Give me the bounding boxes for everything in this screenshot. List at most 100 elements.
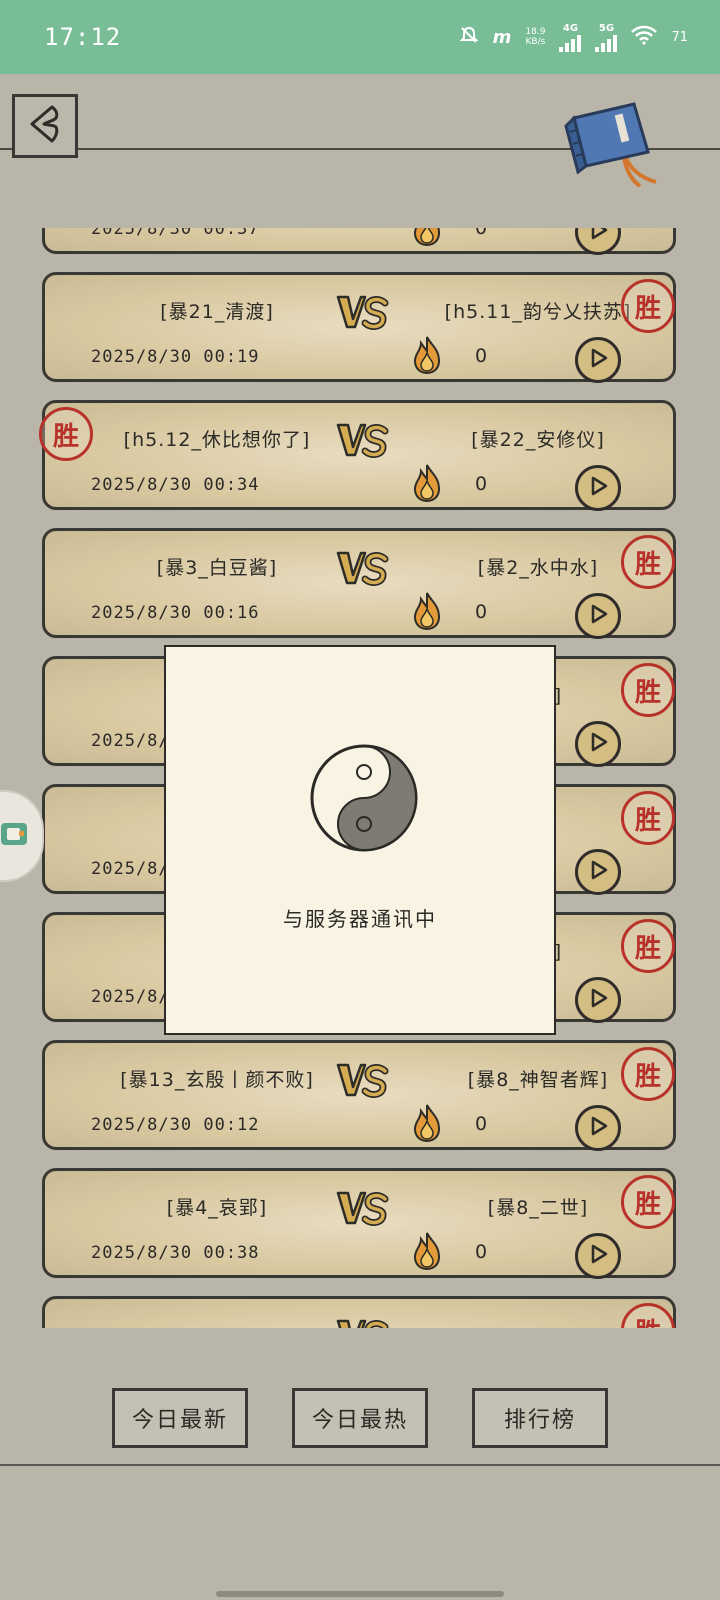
heat-count: 0 [475,473,488,495]
play-icon [587,603,609,629]
vs-icon [335,1315,391,1328]
match-date: 2025/8/30 00:34 [91,475,260,495]
play-button[interactable] [575,1105,621,1151]
winner-badge: 胜 [621,663,675,717]
play-icon [587,228,609,245]
play-button[interactable] [575,1233,621,1279]
match-date: 2025/8/30 00:12 [91,1115,260,1135]
vs-icon [335,1187,391,1231]
vs-icon [335,419,391,463]
loading-message: 与服务器通讯中 [283,907,437,931]
net-speed: 18.9 KB/s [525,27,545,47]
heat-count: 0 [475,1241,488,1263]
play-button[interactable] [575,849,621,895]
assistant-icon [0,817,32,855]
winner-badge: 胜 [621,535,675,589]
match-card[interactable]: 胜 [42,1296,676,1328]
play-button[interactable] [575,337,621,383]
play-icon [587,1115,609,1141]
winner-badge: 胜 [621,1303,675,1328]
signal-5g: 5G [595,22,618,52]
net-speed-value: 18.9 [525,27,546,37]
net-type-2: 5G [598,22,615,34]
fire-icon [409,228,445,247]
match-date: 2025/8/ [91,859,170,879]
winner-badge: 胜 [621,1175,675,1229]
tab-today-hottest[interactable]: 今日最热 [292,1388,428,1448]
match-card[interactable]: [暴3_白豆酱] [暴2_水中水] 2025/8/30 00:16 0 胜 [42,528,676,639]
play-icon [587,347,609,373]
left-player-name: [暴13_玄殷丨颜不败] [120,1069,314,1091]
vs-icon [335,291,391,335]
play-icon [587,475,609,501]
net-type-1: 4G [562,22,579,34]
loading-dialog: 与服务器通讯中 [164,645,556,1035]
mute-icon [459,25,479,49]
tab-ranking[interactable]: 排行榜 [472,1388,608,1448]
match-card[interactable]: [暴21_清渡] [h5.11_韵兮乂扶苏] 2025/8/30 00:19 0 胜 [42,272,676,383]
carrier-logo-icon: m [492,26,512,48]
winner-badge: 胜 [621,1047,675,1101]
play-icon [587,987,609,1013]
heat-count: 0 [475,601,488,623]
right-player-name: [暴2_水中水] [477,557,599,579]
left-player-name: [暴4_哀郢] [166,1197,268,1219]
match-card[interactable]: [h5.12_休比想你了] [暴22_安修仪] 2025/8/30 00:34 0 胜 [39,400,676,511]
signal-bars-icon [559,34,582,52]
winner-badge: 胜 [39,407,93,461]
status-time: 17:12 [44,23,122,51]
heat-count: 0 [475,228,488,239]
signal-4g: 4G [559,22,582,52]
right-player-name: [暴22_安修仪] [471,429,605,451]
fire-icon [409,1103,445,1143]
gesture-bar[interactable] [216,1591,504,1597]
match-card[interactable]: 2025/8/30 00:37 0 [42,228,676,255]
book-icon[interactable] [562,96,662,188]
fire-icon [409,1231,445,1271]
left-player-name: [暴21_清渡] [160,301,274,323]
play-icon [587,731,609,757]
match-date: 2025/8/ [91,987,170,1007]
tab-today-latest[interactable]: 今日最新 [112,1388,248,1448]
match-card[interactable]: [暴4_哀郢] [暴8_二世] 2025/8/30 00:38 0 胜 [42,1168,676,1279]
right-player-name: [暴8_神智者辉] [467,1069,609,1091]
heat-count: 0 [475,345,488,367]
play-button[interactable] [575,721,621,767]
right-player-name: [暴8_二世] [487,1197,589,1219]
signal-bars-icon [595,34,618,52]
play-icon [587,859,609,885]
winner-badge: 胜 [621,791,675,845]
play-button[interactable] [575,977,621,1023]
back-arrow-icon [22,101,68,151]
vs-icon [335,1059,391,1103]
play-button[interactable] [575,465,621,511]
wifi-icon [631,25,658,49]
match-date: 2025/8/30 00:19 [91,347,260,367]
vs-icon [335,547,391,591]
match-date: 2025/8/30 00:38 [91,1243,260,1263]
net-speed-unit: KB/s [525,37,546,47]
heat-count: 0 [475,1113,488,1135]
left-player-name: [暴3_白豆酱] [156,557,278,579]
match-date: 2025/8/ [91,731,170,751]
play-button[interactable] [575,593,621,639]
play-button[interactable] [575,228,621,255]
match-date: 2025/8/30 00:16 [91,603,260,623]
play-icon [587,1243,609,1269]
back-button[interactable] [12,94,78,158]
left-player-name: [h5.12_休比想你了] [123,429,311,451]
yin-yang-icon [309,743,419,853]
fire-icon [409,335,445,375]
winner-badge: 胜 [621,919,675,973]
bottom-divider [0,1464,720,1466]
match-card[interactable]: [暴13_玄殷丨颜不败] [暴8_神智者辉] 2025/8/30 00:12 0 胜 [42,1040,676,1151]
battery-level: 71 [671,29,688,45]
match-date: 2025/8/30 00:37 [91,228,260,239]
status-icons: m 18.9 KB/s 4G 5G 71 [459,23,688,52]
battery-indicator: 71 [671,30,688,45]
winner-badge: 胜 [621,279,675,333]
right-player-name: [h5.11_韵兮乂扶苏] [444,301,632,323]
fire-icon [409,463,445,503]
status-bar: 17:12 m 18.9 KB/s 4G 5G 71 [0,0,720,74]
fire-icon [409,591,445,631]
